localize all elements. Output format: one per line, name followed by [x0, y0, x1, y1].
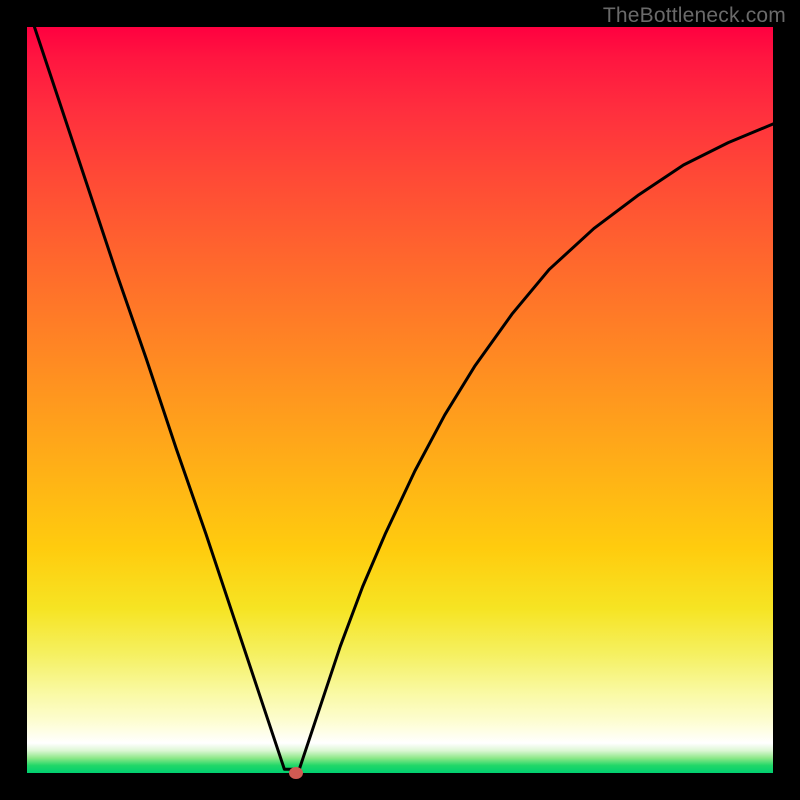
chart-plot-area	[27, 27, 773, 773]
minimum-marker	[289, 767, 303, 779]
chart-frame	[27, 27, 773, 773]
chart-curve-svg	[27, 27, 773, 773]
watermark-text: TheBottleneck.com	[603, 4, 786, 28]
chart-curve	[34, 27, 773, 769]
